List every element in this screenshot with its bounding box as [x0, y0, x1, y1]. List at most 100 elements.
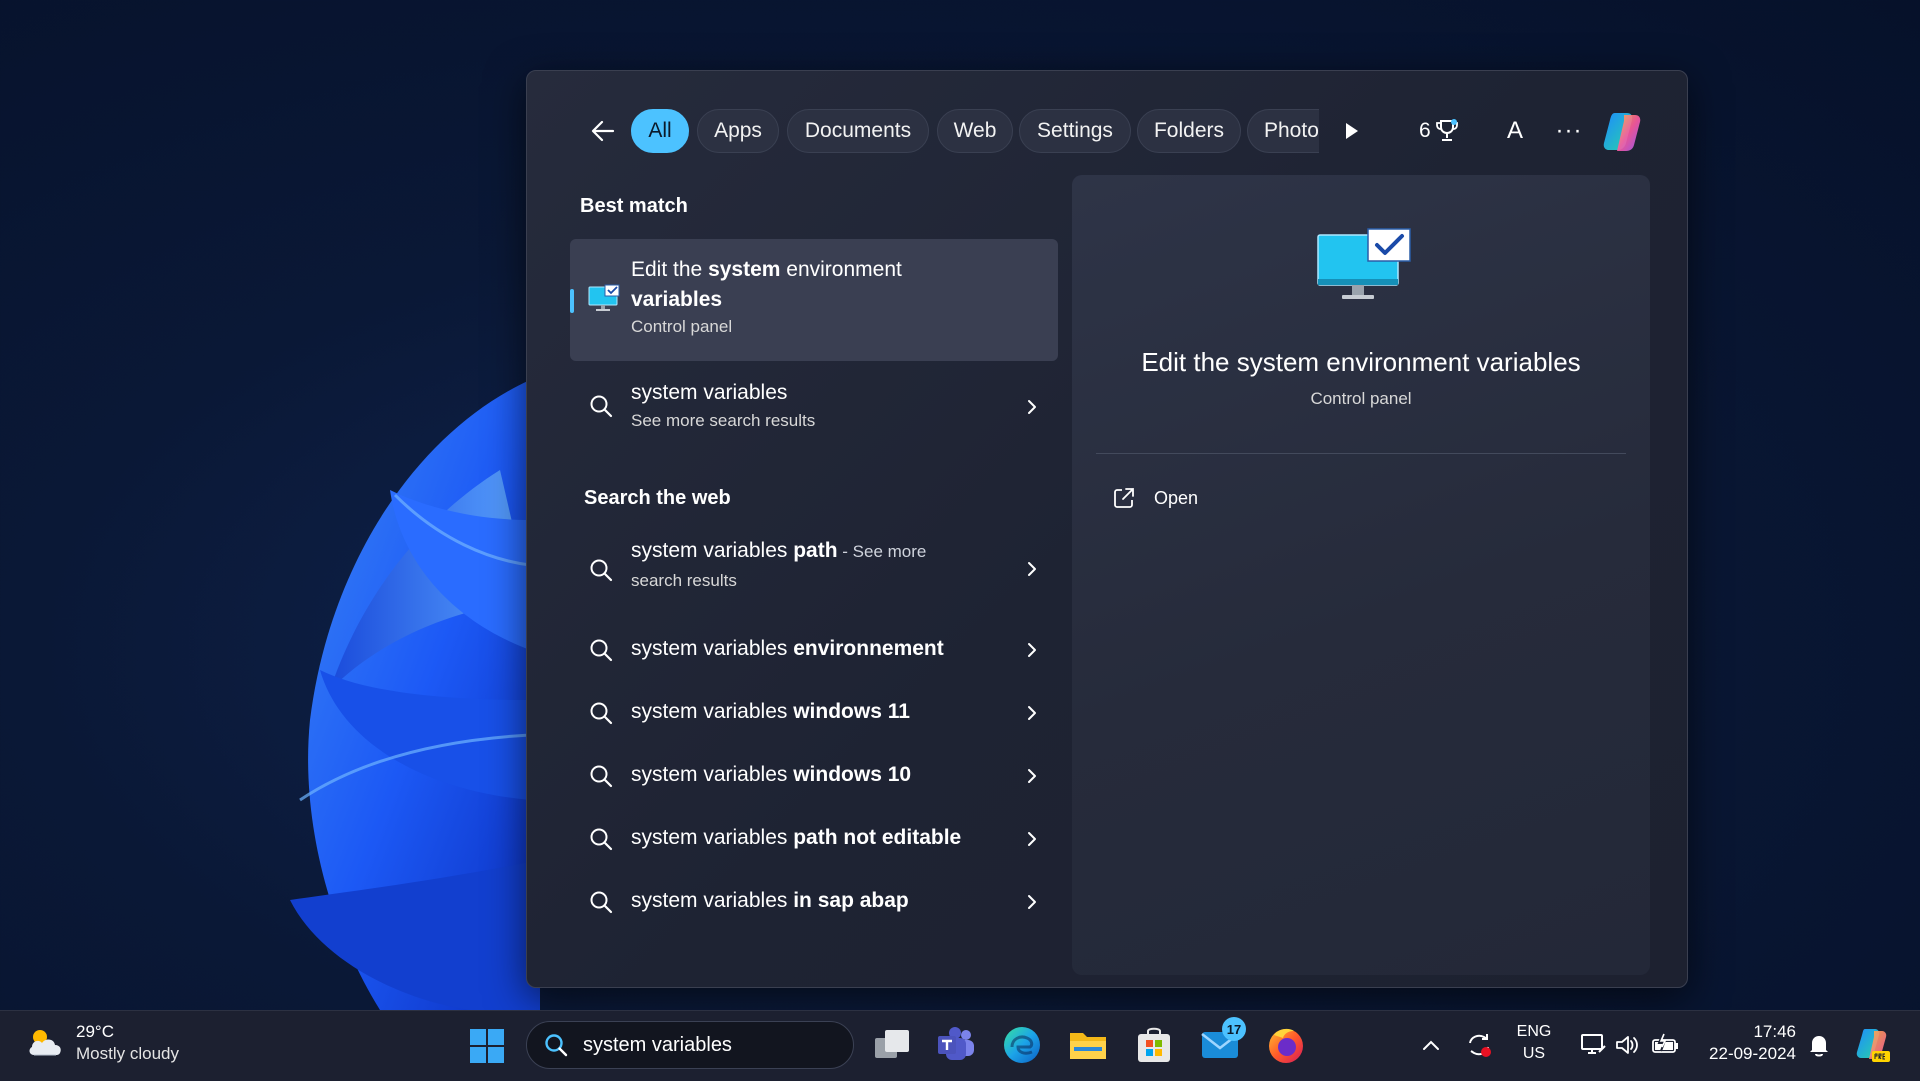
monitor-check-icon: [588, 284, 620, 311]
notifications-button[interactable]: [1802, 1023, 1836, 1067]
search-icon: [590, 765, 613, 788]
taskbar-search-box[interactable]: system variables: [526, 1021, 854, 1069]
best-match-result[interactable]: Edit the system environment variables Con…: [570, 239, 1058, 361]
filter-bar: All Apps Documents Web Settings Folders …: [527, 105, 1687, 157]
copilot-pre-icon: [1856, 1029, 1890, 1062]
folder-icon: [1070, 1033, 1106, 1059]
chevron-right-icon: [1028, 643, 1036, 657]
clock-time: 17:46: [1753, 1022, 1796, 1041]
search-flyout: All Apps Documents Web Settings Folders …: [526, 70, 1688, 988]
web-result-subtext: search results: [631, 571, 737, 590]
search-icon: [590, 639, 613, 662]
taskbar: 29°C Mostly cloudy system variables 17 E…: [0, 1010, 1920, 1081]
input-language-indicator[interactable]: ENG US: [1506, 1021, 1562, 1065]
web-result-text: system variables environnement: [631, 637, 944, 660]
best-match-title: Edit the system environment variables: [631, 258, 902, 311]
monitor-check-icon: [1317, 228, 1411, 299]
firefox-icon: [1269, 1028, 1303, 1063]
network-button[interactable]: [1576, 1023, 1610, 1067]
firefox-app[interactable]: [1264, 1023, 1308, 1067]
search-icon: [590, 828, 613, 851]
chevron-up-icon: [1423, 1040, 1439, 1050]
taskbar-search-value: system variables: [583, 1033, 732, 1056]
search-icon: [590, 395, 613, 418]
web-result-item[interactable]: system variables in sap abap: [570, 876, 1058, 928]
rewards-points[interactable]: 6: [1419, 115, 1459, 147]
clock-date: 22-09-2024: [1709, 1044, 1796, 1063]
web-result-text: system variables path not editable: [631, 826, 962, 849]
copilot-icon: [1603, 113, 1641, 151]
back-button[interactable]: [583, 111, 623, 151]
task-view-button[interactable]: [870, 1023, 914, 1067]
search-icon: [590, 891, 613, 914]
scroll-filters-button[interactable]: [1337, 115, 1367, 147]
volume-button[interactable]: [1612, 1023, 1642, 1067]
account-avatar[interactable]: A: [1497, 113, 1533, 149]
language-line2: US: [1522, 1045, 1546, 1062]
battery-charging-icon: [1652, 1033, 1678, 1053]
store-icon: [1138, 1027, 1170, 1062]
web-result-item[interactable]: system variables path - See more search …: [570, 531, 1058, 607]
filter-photos[interactable]: Photo: [1247, 109, 1319, 153]
arrow-left-icon: [591, 120, 615, 142]
web-result-text: system variables path - See more: [631, 539, 927, 562]
mail-badge: 17: [1222, 1017, 1246, 1041]
speaker-icon: [1616, 1036, 1638, 1054]
trophy-icon: [1435, 119, 1458, 141]
chevron-right-icon: [1028, 832, 1036, 846]
show-hidden-icons-button[interactable]: [1416, 1023, 1446, 1067]
mail-app[interactable]: 17: [1198, 1017, 1246, 1067]
clock[interactable]: 17:46 22-09-2024: [1694, 1021, 1796, 1065]
chevron-right-icon: [1028, 400, 1036, 414]
copilot-taskbar-button[interactable]: [1850, 1023, 1894, 1067]
edge-app[interactable]: [1000, 1023, 1044, 1067]
file-explorer-app[interactable]: [1066, 1023, 1110, 1067]
chevron-right-icon: [1028, 769, 1036, 783]
result-subtitle: See more search results: [631, 411, 816, 430]
teams-icon: [938, 1027, 974, 1060]
system-variables-result[interactable]: system variables See more search results: [570, 373, 1058, 439]
web-result-item[interactable]: system variables environnement: [570, 624, 1058, 676]
bell-icon: [1810, 1036, 1828, 1057]
weather-condition: Mostly cloudy: [76, 1044, 179, 1063]
task-view-icon: [875, 1030, 909, 1058]
points-value: 6: [1419, 119, 1431, 142]
weather-widget[interactable]: 29°C Mostly cloudy: [26, 1021, 179, 1065]
play-icon: [1346, 123, 1358, 139]
filter-apps[interactable]: Apps: [697, 109, 779, 153]
filter-documents[interactable]: Documents: [787, 109, 929, 153]
preview-subtitle: Control panel: [1310, 389, 1412, 408]
cloudy-weather-icon: [29, 1030, 61, 1056]
edge-icon: [1004, 1027, 1040, 1063]
web-result-item[interactable]: system variables path not editable: [570, 813, 1058, 865]
filter-folders[interactable]: Folders: [1137, 109, 1241, 153]
start-button[interactable]: [468, 1027, 506, 1065]
teams-app[interactable]: [934, 1023, 978, 1067]
preview-title: Edit the system environment variables: [1141, 347, 1581, 377]
filter-settings[interactable]: Settings: [1019, 109, 1131, 153]
weather-temperature: 29°C: [76, 1022, 114, 1041]
windows-logo-icon: [470, 1029, 504, 1063]
battery-button[interactable]: [1648, 1023, 1682, 1067]
network-icon: [1581, 1034, 1606, 1054]
sync-status-button[interactable]: [1462, 1023, 1496, 1067]
language-line1: ENG: [1516, 1023, 1552, 1040]
best-match-subtitle: Control panel: [631, 317, 733, 336]
preview-pane: Edit the system environment variables Co…: [1072, 175, 1650, 975]
filter-web[interactable]: Web: [937, 109, 1013, 153]
filter-all[interactable]: All: [631, 109, 689, 153]
copilot-button[interactable]: [1597, 107, 1647, 157]
selection-indicator: [570, 289, 574, 313]
best-match-heading: Best match: [580, 195, 688, 217]
web-result-item[interactable]: system variables windows 11: [570, 687, 1058, 739]
open-action[interactable]: Open: [1112, 483, 1198, 513]
result-title: system variables: [631, 381, 788, 404]
microsoft-store-app[interactable]: [1132, 1023, 1176, 1067]
chevron-right-icon: [1028, 895, 1036, 909]
open-external-icon: [1114, 488, 1134, 508]
web-result-text: system variables windows 11: [631, 700, 910, 723]
more-options-button[interactable]: ···: [1551, 113, 1587, 149]
search-icon: [545, 1034, 568, 1057]
preview-divider: [1096, 453, 1626, 454]
web-result-item[interactable]: system variables windows 10: [570, 750, 1058, 802]
